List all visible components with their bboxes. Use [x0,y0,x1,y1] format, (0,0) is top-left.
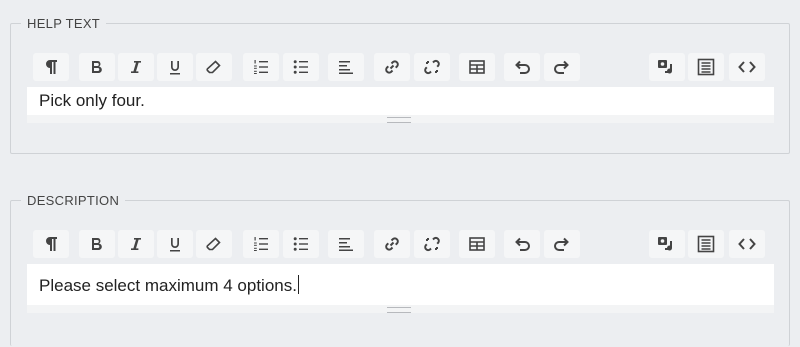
paragraph-icon [44,59,58,75]
undo-icon [513,236,531,252]
bold-icon [91,237,103,251]
media-icon [657,235,677,253]
help-text-editor[interactable]: Pick only four. [27,87,774,115]
help-text-label: HELP TEXT [21,16,107,31]
paragraph-format-button[interactable] [33,230,69,258]
bold-icon [91,60,103,74]
numbered-list-button[interactable] [243,53,279,81]
underline-icon [169,237,181,252]
code-view-icon [738,60,756,74]
source-list-icon [697,235,715,253]
help-text-content: Pick only four. [39,91,145,110]
unlink-button[interactable] [414,230,450,258]
link-icon [383,235,401,253]
redo-icon [553,236,571,252]
align-left-icon [339,60,353,74]
text-caret [297,275,299,294]
insert-link-button[interactable] [374,230,410,258]
media-icon [657,58,677,76]
italic-icon [130,237,142,251]
eraser-icon [206,236,222,252]
underline-button[interactable] [157,230,193,258]
unlink-icon [423,235,441,253]
underline-icon [169,60,181,75]
description-toolbar [22,230,774,258]
unlink-button[interactable] [414,53,450,81]
italic-icon [130,60,142,74]
eraser-icon [206,59,222,75]
undo-icon [513,59,531,75]
source-list-icon [697,58,715,76]
redo-icon [553,59,571,75]
align-left-icon [339,237,353,251]
numbered-list-icon [253,59,269,75]
bullet-list-icon [293,59,309,75]
bullet-list-button[interactable] [283,53,319,81]
help-text-toolbar [22,53,774,81]
template-list-button[interactable] [688,53,724,81]
bold-button[interactable] [79,230,115,258]
link-icon [383,58,401,76]
paragraph-icon [44,236,58,252]
redo-button[interactable] [544,230,580,258]
media-button[interactable] [649,53,685,81]
unlink-icon [423,58,441,76]
undo-button[interactable] [504,53,540,81]
align-button[interactable] [328,230,364,258]
clear-format-button[interactable] [196,53,232,81]
insert-link-button[interactable] [374,53,410,81]
numbered-list-icon [253,236,269,252]
align-button[interactable] [328,53,364,81]
code-view-button[interactable] [729,230,765,258]
undo-button[interactable] [504,230,540,258]
template-list-button[interactable] [688,230,724,258]
numbered-list-button[interactable] [243,230,279,258]
media-button[interactable] [649,230,685,258]
table-icon [469,60,485,74]
description-editor[interactable]: Please select maximum 4 options. [27,264,774,305]
description-content: Please select maximum 4 options. [39,276,297,295]
redo-button[interactable] [544,53,580,81]
paragraph-format-button[interactable] [33,53,69,81]
bullet-list-icon [293,236,309,252]
description-label: DESCRIPTION [21,193,126,208]
insert-table-button[interactable] [459,230,495,258]
table-icon [469,237,485,251]
italic-button[interactable] [118,53,154,81]
resize-grip-icon [387,307,411,313]
clear-format-button[interactable] [196,230,232,258]
bullet-list-button[interactable] [283,230,319,258]
resize-grip-icon [387,117,411,123]
code-view-icon [738,237,756,251]
italic-button[interactable] [118,230,154,258]
underline-button[interactable] [157,53,193,81]
description-resize-handle[interactable] [27,305,774,313]
bold-button[interactable] [79,53,115,81]
insert-table-button[interactable] [459,53,495,81]
help-text-resize-handle[interactable] [27,115,774,123]
code-view-button[interactable] [729,53,765,81]
